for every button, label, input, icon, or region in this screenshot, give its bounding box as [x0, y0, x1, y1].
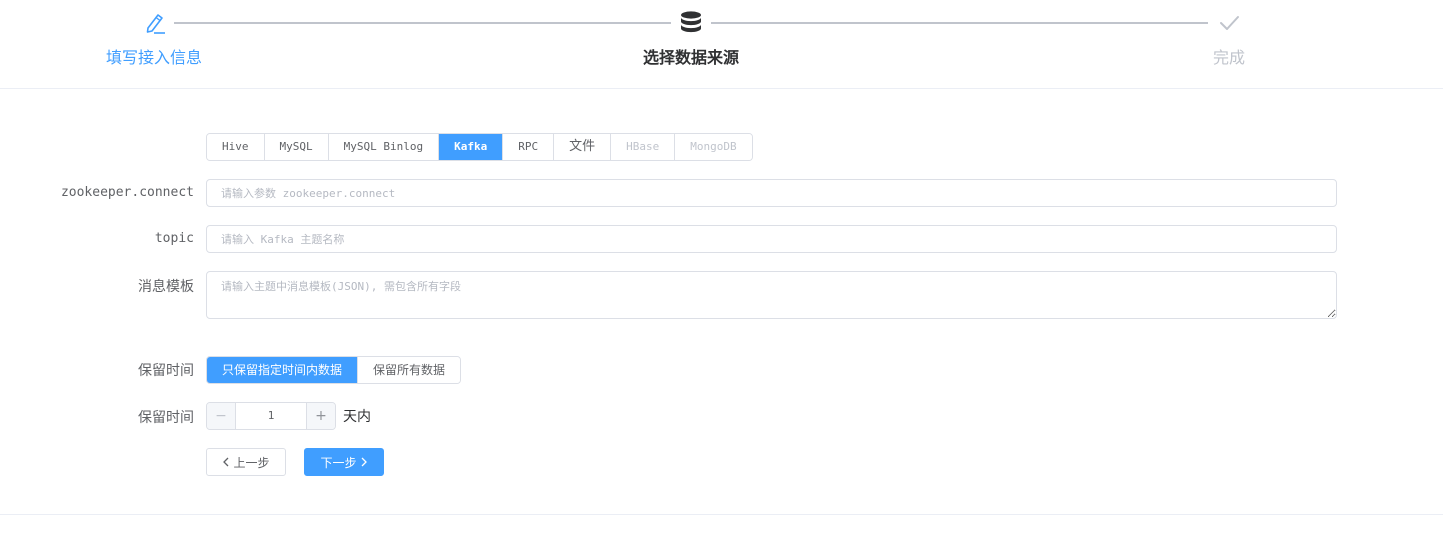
tab-file[interactable]: 文件 [554, 134, 612, 160]
tab-kafka[interactable]: Kafka [439, 134, 504, 160]
retention-mode-radio-group: 只保留指定时间内数据 保留所有数据 [206, 356, 462, 384]
retention-days-label: 保留时间 [138, 410, 194, 426]
zookeeper-label: zookeeper.connect [60, 185, 194, 200]
tab-hbase: HBase [611, 134, 676, 160]
tab-rpc[interactable]: RPC [503, 134, 555, 160]
tab-hive[interactable]: Hive [207, 134, 265, 160]
retention-days-value[interactable]: 1 [236, 403, 306, 429]
radio-keep-all[interactable]: 保留所有数据 [358, 357, 461, 383]
prev-step-label: 上一步 [233, 455, 270, 470]
chevron-right-icon [361, 457, 367, 467]
step-title-1: 填写接入信息 [105, 48, 203, 67]
step-connector [174, 22, 671, 24]
retention-unit: 天内 [343, 409, 371, 425]
next-step-label: 下一步 [320, 455, 357, 470]
step-connector [711, 22, 1208, 24]
template-label: 消息模板 [138, 279, 194, 295]
topic-label: topic [154, 231, 194, 246]
step-title-2: 选择数据来源 [642, 48, 740, 67]
steps-bar: 填写接入信息 选择数据来源 完成 [0, 0, 1443, 89]
edit-icon [141, 9, 169, 37]
check-icon [1215, 9, 1243, 37]
zookeeper-input[interactable] [206, 179, 1337, 207]
step-title-3: 完成 [1212, 48, 1246, 67]
source-type-tabs: Hive MySQL MySQL Binlog Kafka RPC 文件 HBa… [206, 133, 753, 161]
retention-mode-label: 保留时间 [138, 363, 194, 379]
increase-button[interactable]: + [306, 403, 335, 429]
next-step-button[interactable]: 下一步 [304, 448, 384, 476]
chevron-left-icon [223, 457, 229, 467]
template-textarea[interactable] [206, 271, 1337, 319]
retention-days-stepper: − 1 + [206, 402, 336, 430]
prev-step-button[interactable]: 上一步 [206, 448, 286, 476]
footer-divider [0, 514, 1443, 515]
database-icon [677, 9, 705, 37]
tab-mysql-binlog[interactable]: MySQL Binlog [328, 134, 440, 160]
tab-mysql[interactable]: MySQL [264, 134, 329, 160]
decrease-button[interactable]: − [207, 403, 236, 429]
tab-mongodb: MongoDB [675, 134, 752, 160]
radio-keep-period[interactable]: 只保留指定时间内数据 [207, 357, 359, 383]
topic-input[interactable] [206, 225, 1337, 253]
